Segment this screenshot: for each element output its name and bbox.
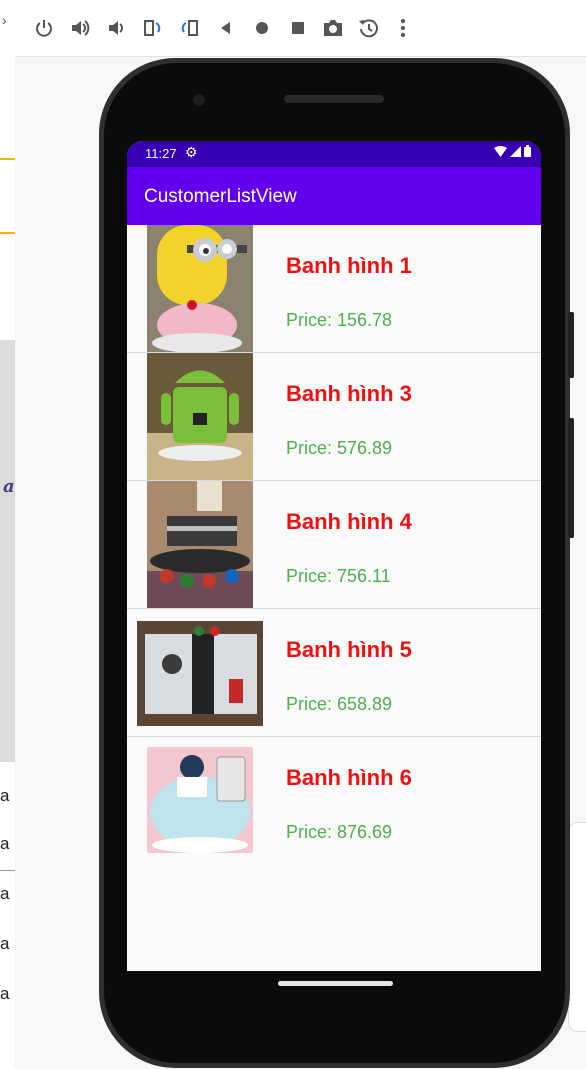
cake-image <box>147 353 253 480</box>
power-side-button[interactable] <box>568 312 574 378</box>
chevron-right-icon[interactable]: › <box>2 12 7 28</box>
item-name: Banh hình 3 <box>286 381 412 406</box>
camera-icon[interactable] <box>319 14 347 42</box>
status-bar: 11:27 ⚙ <box>127 141 541 167</box>
earpiece-speaker <box>284 95 384 103</box>
list-item[interactable]: Banh hình 1 Price: 156.78 <box>127 225 541 353</box>
volume-down-icon[interactable] <box>102 14 130 42</box>
list-item[interactable]: Banh hình 4 Price: 756.11 <box>127 481 541 609</box>
replay-icon[interactable] <box>355 14 383 42</box>
item-name: Banh hình 6 <box>286 765 412 790</box>
gesture-nav-bar[interactable] <box>278 981 393 986</box>
cake-image <box>147 225 253 352</box>
power-icon[interactable] <box>30 14 58 42</box>
status-icons <box>494 145 531 157</box>
front-camera-icon <box>193 94 205 106</box>
item-name: Banh hình 5 <box>286 637 412 662</box>
item-price: Price: 658.89 <box>286 694 393 714</box>
list-item[interactable]: Banh hình 6 Price: 876.69 <box>127 737 541 864</box>
divider <box>0 158 15 160</box>
ide-gray-panel <box>0 340 16 762</box>
battery-icon <box>524 145 531 157</box>
item-price: Price: 876.69 <box>286 822 393 842</box>
settings-gear-icon: ⚙ <box>185 144 198 160</box>
home-icon[interactable] <box>248 14 276 42</box>
more-icon[interactable] <box>389 14 417 42</box>
phone-screen: 11:27 ⚙ CustomerListView Banh hình 1 Pri… <box>127 141 541 971</box>
customer-list: Banh hình 1 Price: 156.78 Banh hình 3 Pr… <box>127 225 541 864</box>
ide-letter: a <box>0 786 10 805</box>
item-price: Price: 756.11 <box>286 566 391 586</box>
ide-letter-italic: a <box>3 476 15 497</box>
list-item[interactable]: Banh hình 5 Price: 658.89 <box>127 609 541 737</box>
cake-image <box>147 737 253 864</box>
side-panel-card <box>568 822 586 1032</box>
list-item[interactable]: Banh hình 3 Price: 576.89 <box>127 353 541 481</box>
item-name: Banh hình 4 <box>286 509 412 534</box>
app-bar: CustomerListView <box>127 167 541 225</box>
divider <box>0 232 15 234</box>
ide-letter: a <box>0 884 10 903</box>
item-price: Price: 156.78 <box>286 310 393 330</box>
item-price: Price: 576.89 <box>286 438 393 458</box>
divider <box>0 870 15 871</box>
ide-letter: a <box>0 834 10 853</box>
emulator-toolbar <box>15 0 586 57</box>
volume-up-icon[interactable] <box>66 14 94 42</box>
rotate-left-icon[interactable] <box>139 14 167 42</box>
overview-icon[interactable] <box>284 14 312 42</box>
rotate-right-icon[interactable] <box>175 14 203 42</box>
item-name: Banh hình 1 <box>286 253 412 278</box>
ide-letter: a <box>0 934 10 953</box>
cake-image <box>147 481 253 608</box>
wifi-icon <box>494 145 507 157</box>
app-title: CustomerListView <box>144 186 297 207</box>
cake-image <box>137 609 263 736</box>
signal-icon <box>510 145 521 157</box>
ide-letter: a <box>0 984 10 1003</box>
ide-left-panel: › a a a a a a <box>0 0 16 1069</box>
back-icon[interactable] <box>212 14 240 42</box>
status-time: 11:27 <box>145 146 177 161</box>
volume-side-button[interactable] <box>568 418 574 538</box>
